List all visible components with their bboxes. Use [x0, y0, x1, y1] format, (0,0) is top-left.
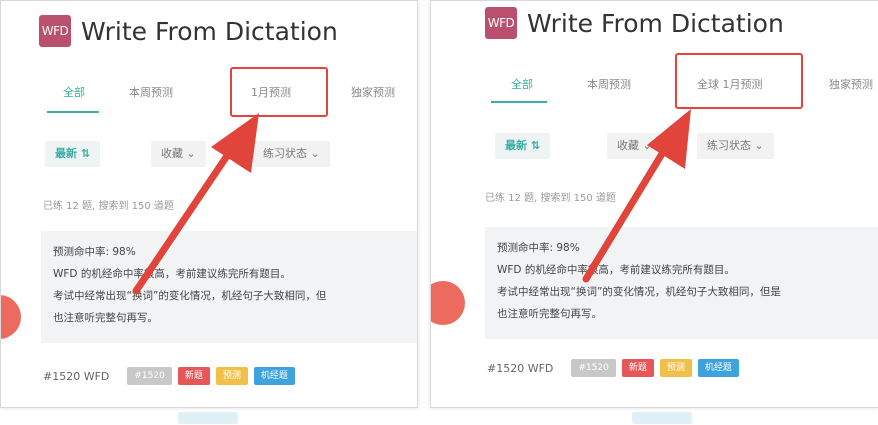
question-id: #1520 WFD [487, 361, 554, 375]
tag-new: 新题 [621, 359, 654, 377]
question-row[interactable]: #1520 WFD #1520 新题 预测 机经题 [43, 367, 295, 385]
sort-latest-button[interactable]: 最新 ⇅ [45, 141, 101, 167]
wfd-logo: WFD [39, 15, 71, 47]
info-line: 考试中经常出现“换词”的变化情况，机经句子大致相同，但是 [497, 286, 781, 298]
tag-number: #1520 [571, 359, 616, 377]
page-header: WFD Write From Dictation [485, 3, 784, 43]
floating-action-circle[interactable] [431, 281, 465, 325]
info-line: WFD 的机经命中率很高，考前建议练完所有题目。 [53, 268, 291, 280]
tag-new: 新题 [177, 367, 210, 385]
tag-number: #1520 [127, 367, 172, 385]
tag-recalled: 机经题 [253, 367, 295, 385]
favorites-filter[interactable]: 收藏 ⌄ [151, 141, 206, 167]
tab-exclusive-prediction[interactable]: 独家预测 [829, 73, 873, 97]
tab-weekly-prediction[interactable]: 本周预测 [587, 73, 631, 97]
practice-count-text: 已练 12 题, 搜索到 150 道题 [485, 193, 616, 204]
sort-latest-button[interactable]: 最新 ⇅ [495, 133, 551, 159]
prediction-info-box: 预测命中率: 98% WFD 的机经命中率很高，考前建议练完所有题目。 考试中经… [485, 227, 878, 339]
left-screenshot-panel: WFD Write From Dictation 全部 本周预测 1月预测 独家… [0, 0, 418, 408]
tab-all[interactable]: 全部 [511, 73, 533, 97]
tab-exclusive-prediction[interactable]: 独家预测 [351, 81, 395, 105]
practice-count-text: 已练 12 题, 搜索到 150 道题 [43, 201, 174, 212]
active-tab-indicator [491, 101, 547, 103]
tab-all[interactable]: 全部 [63, 81, 85, 105]
caption-label-right [632, 412, 692, 424]
active-tab-indicator [47, 111, 99, 113]
practice-status-filter[interactable]: 练习状态 ⌄ [697, 133, 774, 159]
tag-prediction: 预测 [215, 367, 248, 385]
info-line: 也注意听完整句再写。 [53, 312, 158, 324]
wfd-logo: WFD [485, 7, 517, 39]
info-line: 预测命中率: 98% [497, 242, 580, 254]
prediction-info-box: 预测命中率: 98% WFD 的机经命中率很高，考前建议练完所有题目。 考试中经… [41, 231, 417, 343]
tab-weekly-prediction[interactable]: 本周预测 [129, 81, 173, 105]
tag-recalled: 机经题 [697, 359, 739, 377]
question-id: #1520 WFD [43, 369, 110, 383]
info-line: 也注意听完整句再写。 [497, 308, 602, 320]
question-row[interactable]: #1520 WFD #1520 新题 预测 机经题 [487, 359, 739, 377]
practice-status-filter[interactable]: 练习状态 ⌄ [253, 141, 330, 167]
tag-prediction: 预测 [659, 359, 692, 377]
favorites-filter[interactable]: 收藏 ⌄ [607, 133, 662, 159]
info-line: 考试中经常出现“换词”的变化情况，机经句子大致相同，但 [53, 290, 327, 302]
right-screenshot-panel: WFD Write From Dictation 全部 本周预测 全球 1月预测… [430, 0, 878, 408]
tab-global-monthly-prediction[interactable]: 全球 1月预测 [697, 73, 763, 97]
floating-action-circle[interactable] [1, 295, 21, 339]
info-line: 预测命中率: 98% [53, 246, 136, 258]
page-header: WFD Write From Dictation [39, 11, 338, 51]
page-title: Write From Dictation [81, 16, 338, 46]
page-title: Write From Dictation [527, 8, 784, 38]
info-line: WFD 的机经命中率很高，考前建议练完所有题目。 [497, 264, 735, 276]
caption-label-left [178, 412, 238, 424]
red-arrow-icon [582, 109, 691, 283]
tab-monthly-prediction[interactable]: 1月预测 [251, 81, 291, 105]
